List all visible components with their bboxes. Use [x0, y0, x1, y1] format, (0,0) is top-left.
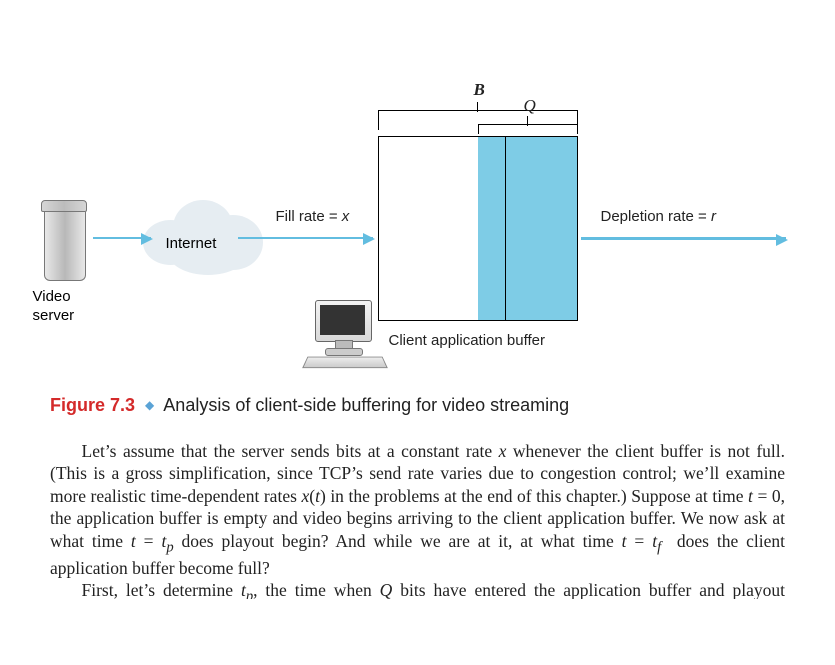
diamond-icon: ◆	[145, 398, 154, 412]
server-label: Video server	[33, 288, 75, 326]
internet-cloud-icon	[143, 190, 263, 270]
arrow-internet-to-buffer	[238, 237, 373, 239]
figure-number: Figure 7.3	[50, 395, 135, 415]
arrow-buffer-depletion	[581, 237, 786, 240]
figure-caption: Figure 7.3 ◆ Analysis of client-side buf…	[50, 395, 805, 416]
paragraph-1: Let’s assume that the server sends bits …	[50, 440, 785, 579]
fill-rate-label: Fill rate = x	[276, 208, 350, 225]
internet-label: Internet	[166, 235, 217, 252]
client-buffer-label: Client application buffer	[389, 332, 546, 349]
label-Q: Q	[524, 96, 536, 116]
buffering-diagram: B Q Video server Internet Fill rate = x	[33, 30, 803, 365]
figure-title: Analysis of client-side buffering for vi…	[163, 395, 569, 415]
paragraph-2-cut: First, let’s determine tp, the time when…	[50, 579, 785, 599]
q-bracket	[478, 124, 578, 134]
server-icon	[41, 200, 87, 280]
depletion-rate-label: Depletion rate = r	[601, 208, 717, 225]
client-buffer-box	[378, 136, 578, 321]
client-computer-icon	[305, 300, 385, 370]
q-divider	[505, 137, 506, 320]
body-text: Let’s assume that the server sends bits …	[50, 440, 785, 599]
buffered-content	[478, 137, 577, 320]
label-B: B	[474, 80, 485, 100]
arrow-server-to-internet	[93, 237, 151, 239]
